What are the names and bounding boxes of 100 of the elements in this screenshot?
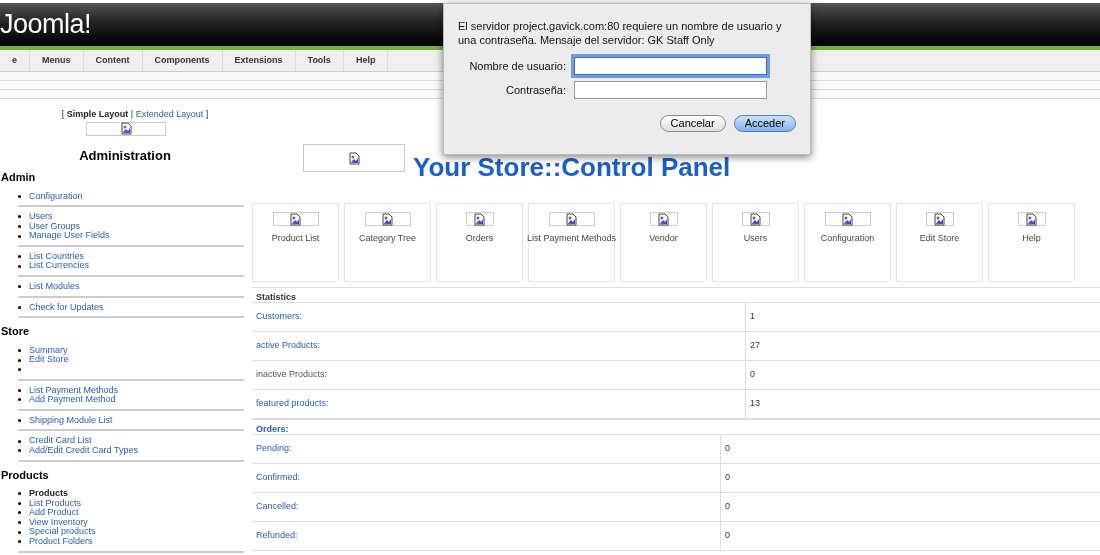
sidebar-link[interactable]: View Inventory (29, 517, 88, 528)
input-field[interactable] (574, 57, 767, 75)
dialog-button[interactable]: Cancelar (659, 115, 726, 132)
sidebar-link[interactable]: Product Folders (29, 536, 93, 547)
bullet-icon (18, 368, 21, 372)
table-cell: inactive Products: (256, 368, 328, 382)
sidebar-link[interactable]: List Countries (29, 251, 85, 262)
sidebar-link[interactable]: Manage User Fields (29, 231, 110, 241)
bullet-icon (18, 388, 21, 392)
table-cell: 13 (750, 397, 760, 411)
dashboard-tile[interactable]: Orders (436, 203, 523, 282)
sidebar-link[interactable]: List Currencies (29, 261, 90, 272)
broken-image-icon (348, 151, 360, 165)
bullet-icon (18, 358, 21, 362)
sidebar-link[interactable]: Credit Card List (29, 436, 92, 446)
broken-image-icon (1026, 212, 1037, 226)
sidebar-link[interactable]: Summary (29, 345, 68, 356)
bullet-icon (18, 305, 21, 309)
table-cell: 1 (750, 310, 755, 324)
sidebar-link[interactable]: Check for Updates (29, 302, 104, 313)
field-label: Contraseña: (505, 82, 567, 98)
separator: | (130, 109, 134, 119)
sidebar-link[interactable]: User Groups (29, 221, 81, 232)
bullet-icon (18, 439, 21, 443)
tile-label: List Payment Methods (527, 232, 617, 245)
dashboard-tile[interactable]: Product List (252, 203, 339, 282)
table-cell: 27 (750, 339, 760, 353)
section-heading: Store (0, 324, 31, 340)
sidebar-title: Administration (78, 146, 172, 165)
table-cell: 0 (725, 471, 730, 485)
table-cell[interactable]: Pending: (256, 442, 292, 456)
sidebar-link[interactable]: List Products (29, 498, 82, 509)
menu-item[interactable]: Menus (30, 50, 84, 71)
tile-label: Users (743, 232, 768, 245)
table-cell[interactable]: Confirmed: (256, 471, 300, 485)
dialog-button[interactable]: Acceder (733, 115, 796, 132)
sidebar-link[interactable]: Add/Edit Credit Card Types (29, 445, 138, 456)
bullet-icon (18, 255, 21, 259)
sidebar-link[interactable]: Edit Store (29, 355, 69, 365)
bullet-icon (18, 194, 21, 198)
tile-label: Edit Store (919, 232, 960, 245)
tile-label: Help (1022, 232, 1041, 245)
bullet-icon (18, 501, 21, 505)
menu-item[interactable]: Help (343, 50, 389, 71)
sidebar-link[interactable]: Shipping Module List (29, 415, 113, 426)
table-heading: Statistics (252, 288, 1100, 303)
bullet-icon (18, 349, 21, 353)
bullet-icon (18, 449, 21, 453)
bullet-icon (18, 225, 21, 228)
tile-label: Category Tree (359, 232, 416, 245)
field-label: Nombre de usuario: (468, 58, 567, 74)
bullet-icon (18, 492, 21, 496)
table-cell[interactable]: featured products: (256, 397, 329, 411)
bullet-icon (18, 234, 21, 238)
dashboard-tile[interactable]: Edit Store (896, 203, 983, 282)
table-cell[interactable]: Refunded: (256, 529, 298, 543)
page-title: Your Store::Control Panel (413, 154, 731, 180)
table-cell[interactable]: Customers: (256, 310, 302, 324)
sidebar-link[interactable]: Users (29, 212, 53, 222)
table-cell: 0 (725, 500, 730, 514)
menu-item[interactable]: e (0, 50, 30, 71)
section-heading: Products (0, 467, 50, 483)
sidebar-link[interactable]: List Payment Methods (29, 385, 119, 396)
bullet-icon (18, 540, 21, 544)
layout-link[interactable]: Extended Layout (135, 109, 204, 119)
bracket: ] (205, 109, 209, 119)
dashboard-tile[interactable]: Vendor (620, 203, 707, 282)
broken-image-icon (842, 212, 853, 226)
dashboard-tile[interactable]: Category Tree (344, 203, 431, 282)
menu-item[interactable]: Tools (295, 50, 344, 71)
dashboard-tile[interactable]: Help (988, 203, 1075, 282)
table-cell[interactable]: Cancelled: (256, 500, 299, 514)
menu-item[interactable]: Extensions (222, 50, 296, 71)
dialog-message: El servidor project.gavick.com:80 requiere un nombre de usuario y una contraseña. Mensaje del servidor: GK Staff Only (457, 19, 783, 47)
table-cell: 0 (725, 529, 730, 543)
table-cell: 0 (750, 368, 755, 382)
broken-image-icon (382, 212, 393, 226)
sidebar-link[interactable]: Special products (29, 527, 96, 537)
sidebar-link[interactable]: Configuration (29, 191, 83, 202)
dashboard-tile[interactable]: Users (712, 203, 799, 282)
dashboard-tile[interactable]: List Payment Methods (528, 203, 615, 282)
bullet-icon (18, 215, 21, 219)
tile-label: Configuration (820, 232, 875, 245)
input-field[interactable] (574, 81, 767, 99)
sidebar-link[interactable]: List Modules (29, 282, 80, 292)
sidebar-item: Products (29, 489, 68, 499)
dashboard-tile[interactable]: Configuration (804, 203, 891, 282)
sidebar-link[interactable]: Add Payment Method (29, 395, 116, 405)
table-cell[interactable]: active Products: (256, 339, 321, 353)
bullet-icon (18, 285, 21, 289)
sidebar-link[interactable]: Add Product (29, 508, 79, 518)
menu-item[interactable]: Components (142, 50, 223, 71)
layout-link[interactable]: Simple Layout (66, 109, 129, 119)
menu-item[interactable]: Content (83, 50, 143, 71)
broken-image-icon (750, 212, 761, 226)
bullet-icon (18, 530, 21, 534)
tile-label: Product List (271, 232, 320, 245)
table-heading: Orders: (252, 420, 1100, 435)
broken-image-icon (934, 212, 945, 226)
tile-label: Vendor (649, 232, 678, 245)
